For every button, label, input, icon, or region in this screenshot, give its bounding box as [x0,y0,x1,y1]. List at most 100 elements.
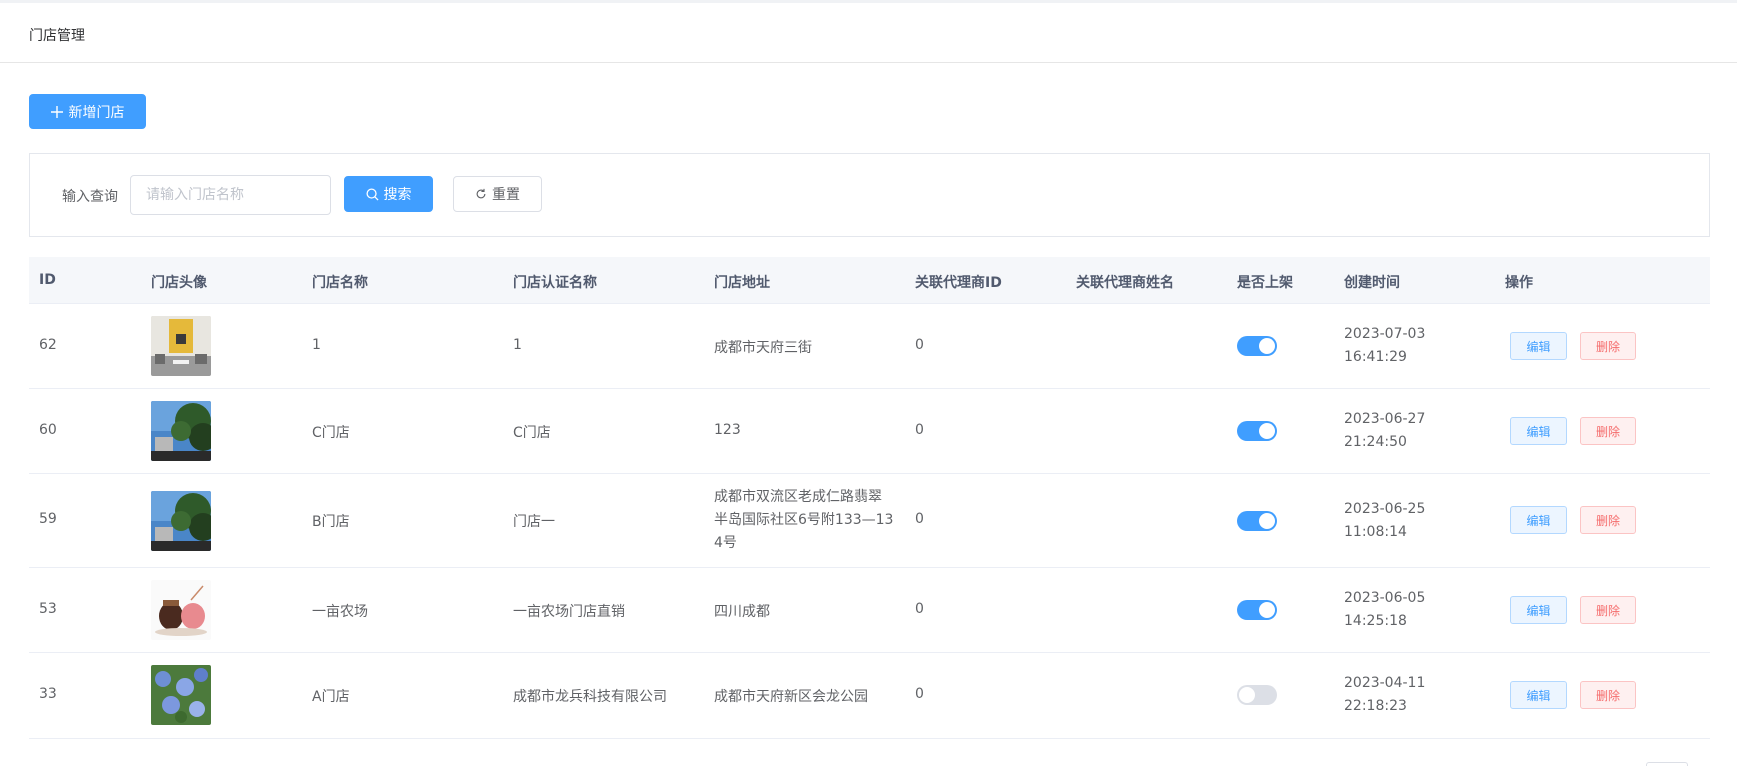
column-header-cert-name: 门店认证名称 [513,275,597,291]
pagination-edge [1646,762,1688,766]
edit-button[interactable]: 编辑 [1510,681,1567,709]
reset-button-label: 重置 [492,186,520,202]
cell-agent-id: 0 [915,422,924,438]
add-store-button[interactable]: 新增门店 [29,94,146,129]
created-date: 2023-07-03 [1344,326,1426,342]
created-date: 2023-06-05 [1344,590,1426,606]
reset-button[interactable]: 重置 [453,176,542,212]
toggle-knob [1239,687,1255,703]
cell-created-time: 2023-07-03 16:41:29 [1344,323,1425,369]
cell-id: 59 [39,511,57,527]
search-label: 输入查询 [62,189,118,205]
toggle-knob [1259,513,1275,529]
cell-cert-name: 门店一 [513,514,555,530]
on-shelf-toggle[interactable] [1237,421,1277,441]
cell-address: 123 [714,422,741,438]
cell-store-name: 一亩农场 [312,604,368,620]
table-row: 60 C门店 C门店 123 0 2023-06-27 21:24:50 编辑 … [29,389,1710,474]
cell-id: 53 [39,601,57,617]
toggle-knob [1259,423,1275,439]
cell-id: 33 [39,686,57,702]
column-header-name: 门店名称 [312,275,368,291]
cell-agent-id: 0 [915,601,924,617]
cell-created-time: 2023-06-05 14:25:18 [1344,587,1425,633]
column-header-avatar: 门店头像 [151,275,207,291]
table-row: 62 1 1 成都市天府三街 0 2023-07-03 16:41:29 编辑 … [29,304,1710,389]
address-line: 成都市双流区老成仁路翡翠 [714,489,882,505]
cell-id: 62 [39,337,57,353]
search-panel: 输入查询 搜索 重置 [29,153,1710,237]
created-clock: 21:24:50 [1344,434,1407,450]
table-row: 53 一亩农场 一亩农场门店直销 四川成都 0 2023-06-05 14:25… [29,568,1710,653]
cell-agent-id: 0 [915,337,924,353]
cell-cert-name: C门店 [513,425,551,441]
table-row: 33 A门店 成都市龙兵科技有限公司 成都市天府新区会龙公园 0 2023-04… [29,653,1710,739]
edit-button[interactable]: 编辑 [1510,417,1567,445]
cell-created-time: 2023-06-25 11:08:14 [1344,498,1425,544]
refresh-icon [476,188,486,199]
created-date: 2023-04-11 [1344,675,1426,691]
column-header-address: 门店地址 [714,275,770,291]
store-avatar-image [151,665,211,725]
cell-address: 成都市天府三街 [714,340,812,356]
cell-store-name: A门店 [312,689,350,705]
store-table: ID 门店头像 门店名称 门店认证名称 门店地址 关联代理商ID 关联代理商姓名… [29,257,1710,739]
store-avatar-image [151,401,211,461]
delete-button[interactable]: 删除 [1580,506,1636,534]
delete-button[interactable]: 删除 [1580,417,1636,445]
created-clock: 11:08:14 [1344,524,1407,540]
edit-button[interactable]: 编辑 [1510,596,1567,624]
table-header: ID 门店头像 门店名称 门店认证名称 门店地址 关联代理商ID 关联代理商姓名… [29,257,1710,304]
plus-icon [50,105,63,118]
delete-button[interactable]: 删除 [1580,681,1636,709]
edit-button[interactable]: 编辑 [1510,506,1567,534]
cell-store-name: 1 [312,337,321,353]
cell-created-time: 2023-04-11 22:18:23 [1344,672,1425,718]
cell-id: 60 [39,422,57,438]
cell-agent-id: 0 [915,511,924,527]
address-line: 4号 [714,535,737,551]
created-date: 2023-06-27 [1344,411,1426,427]
on-shelf-toggle[interactable] [1237,685,1277,705]
store-avatar-image [151,580,211,640]
created-clock: 16:41:29 [1344,349,1407,365]
edit-button[interactable]: 编辑 [1510,332,1567,360]
on-shelf-toggle[interactable] [1237,600,1277,620]
column-header-agent-id: 关联代理商ID [915,275,1002,291]
store-name-search-input[interactable] [130,175,331,215]
store-avatar-image [151,491,211,551]
cell-address: 成都市天府新区会龙公园 [714,689,868,705]
toggle-knob [1259,338,1275,354]
created-clock: 14:25:18 [1344,613,1407,629]
cell-cert-name: 成都市龙兵科技有限公司 [513,689,667,705]
cell-agent-id: 0 [915,686,924,702]
store-avatar-image [151,316,211,376]
cell-store-name: C门店 [312,425,350,441]
column-header-on-shelf: 是否上架 [1237,275,1293,291]
column-header-actions: 操作 [1505,275,1533,291]
delete-button[interactable]: 删除 [1580,596,1636,624]
search-button[interactable]: 搜索 [344,176,433,212]
cell-address: 四川成都 [714,604,770,620]
cell-cert-name: 1 [513,337,522,353]
created-clock: 22:18:23 [1344,698,1407,714]
column-header-id: ID [39,272,56,288]
cell-store-name: B门店 [312,514,350,530]
cell-created-time: 2023-06-27 21:24:50 [1344,408,1425,454]
on-shelf-toggle[interactable] [1237,511,1277,531]
created-date: 2023-06-25 [1344,501,1426,517]
toggle-knob [1259,602,1275,618]
table-row: 59 B门店 门店一 成都市双流区老成仁路翡翠 半岛国际社区6号附133—13 … [29,474,1710,568]
column-header-agent-name: 关联代理商姓名 [1076,275,1174,291]
search-icon [365,187,379,201]
on-shelf-toggle[interactable] [1237,336,1277,356]
column-header-created-time: 创建时间 [1344,275,1400,291]
page-header: 门店管理 [0,3,1737,63]
delete-button[interactable]: 删除 [1580,332,1636,360]
search-button-label: 搜索 [383,186,412,202]
add-store-label: 新增门店 [68,103,125,120]
address-line: 半岛国际社区6号附133—13 [714,512,894,528]
cell-address: 成都市双流区老成仁路翡翠 半岛国际社区6号附133—13 4号 [714,486,894,555]
page-title: 门店管理 [29,28,85,44]
cell-cert-name: 一亩农场门店直销 [513,604,625,620]
